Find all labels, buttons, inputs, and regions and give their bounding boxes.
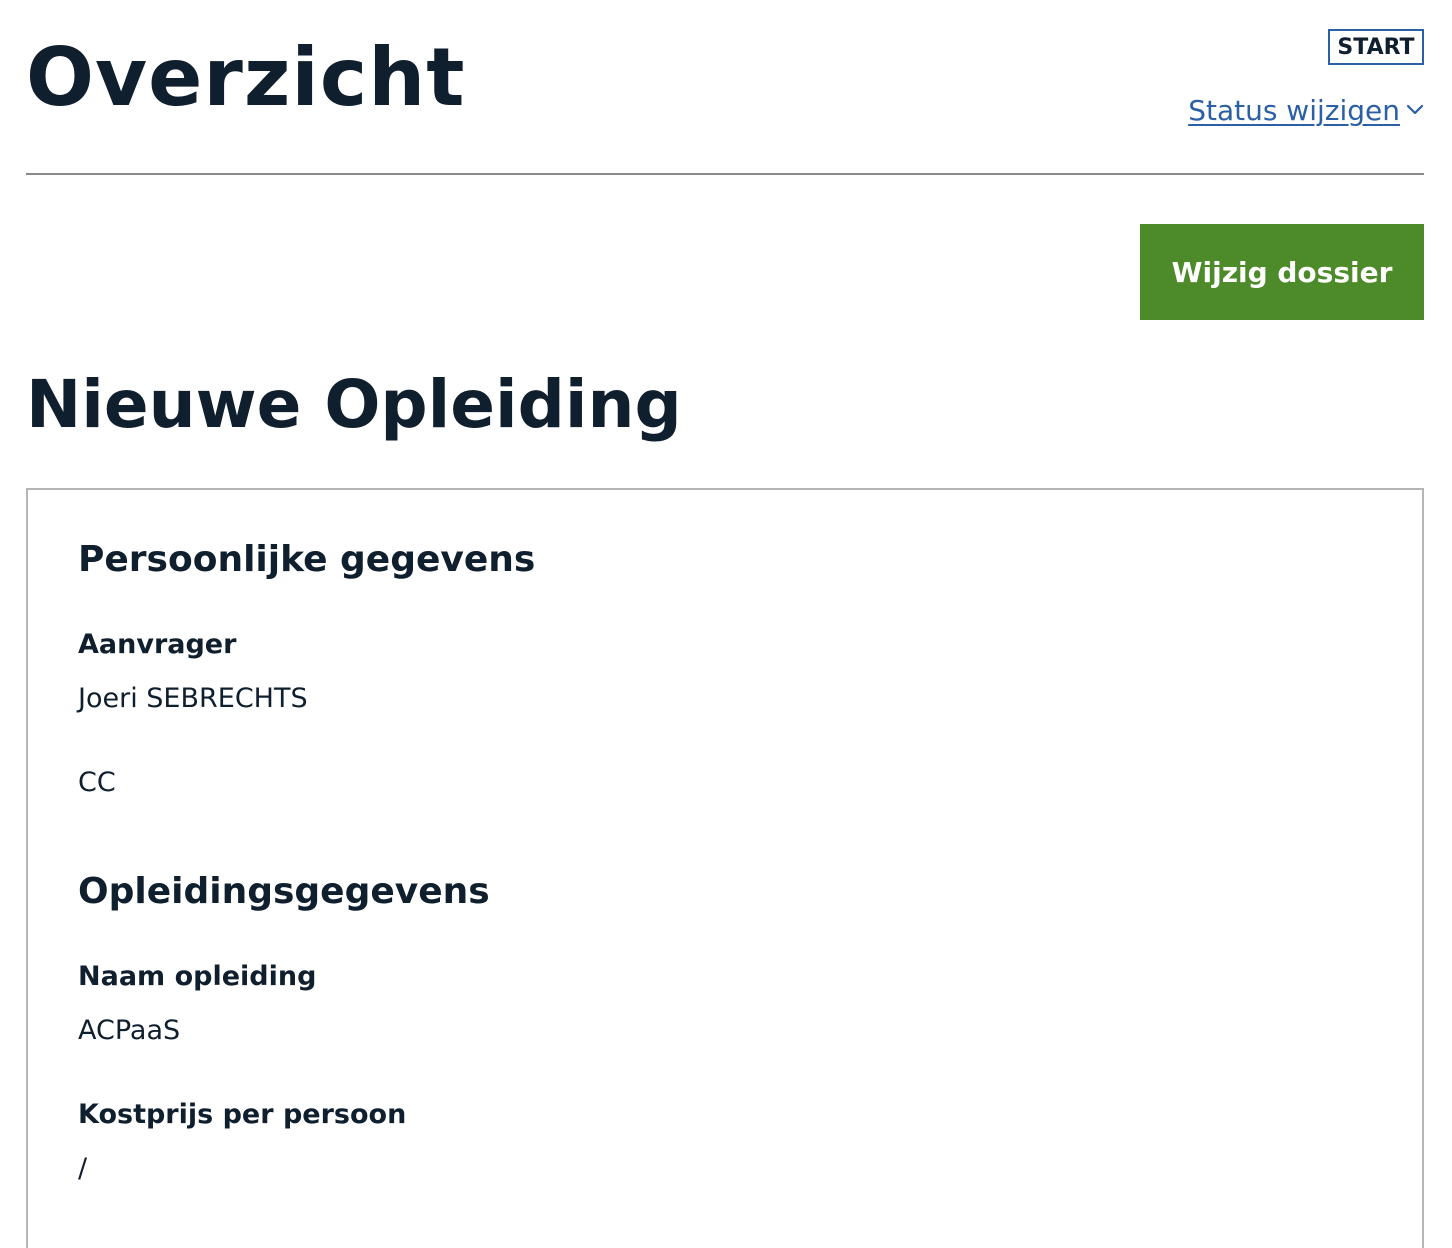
training-name-label: Naam opleiding <box>78 961 317 992</box>
dossier-title: Nieuwe Opleiding <box>26 366 682 443</box>
details-panel: Persoonlijke gegevens Aanvrager Joeri SE… <box>26 488 1424 1248</box>
status-change-label: Status wijzigen <box>1188 93 1400 127</box>
personal-details-heading: Persoonlijke gegevens <box>78 539 536 580</box>
requester-value: Joeri SEBRECHTS <box>78 683 308 714</box>
status-badge: START <box>1328 29 1424 65</box>
training-name-value: ACPaaS <box>78 1015 181 1046</box>
chevron-down-icon <box>1406 101 1424 119</box>
page-title: Overzicht <box>26 31 466 124</box>
training-details-heading: Opleidingsgegevens <box>78 871 490 912</box>
cost-per-person-value: / <box>78 1153 88 1184</box>
edit-dossier-button[interactable]: Wijzig dossier <box>1140 224 1424 320</box>
page: Overzicht START Status wijzigen Wijzig d… <box>26 0 1424 1248</box>
status-change-link[interactable]: Status wijzigen <box>1188 90 1424 130</box>
header-divider <box>26 173 1424 175</box>
cc-value: CC <box>78 767 116 798</box>
cost-per-person-label: Kostprijs per persoon <box>78 1099 407 1130</box>
requester-label: Aanvrager <box>78 629 237 660</box>
